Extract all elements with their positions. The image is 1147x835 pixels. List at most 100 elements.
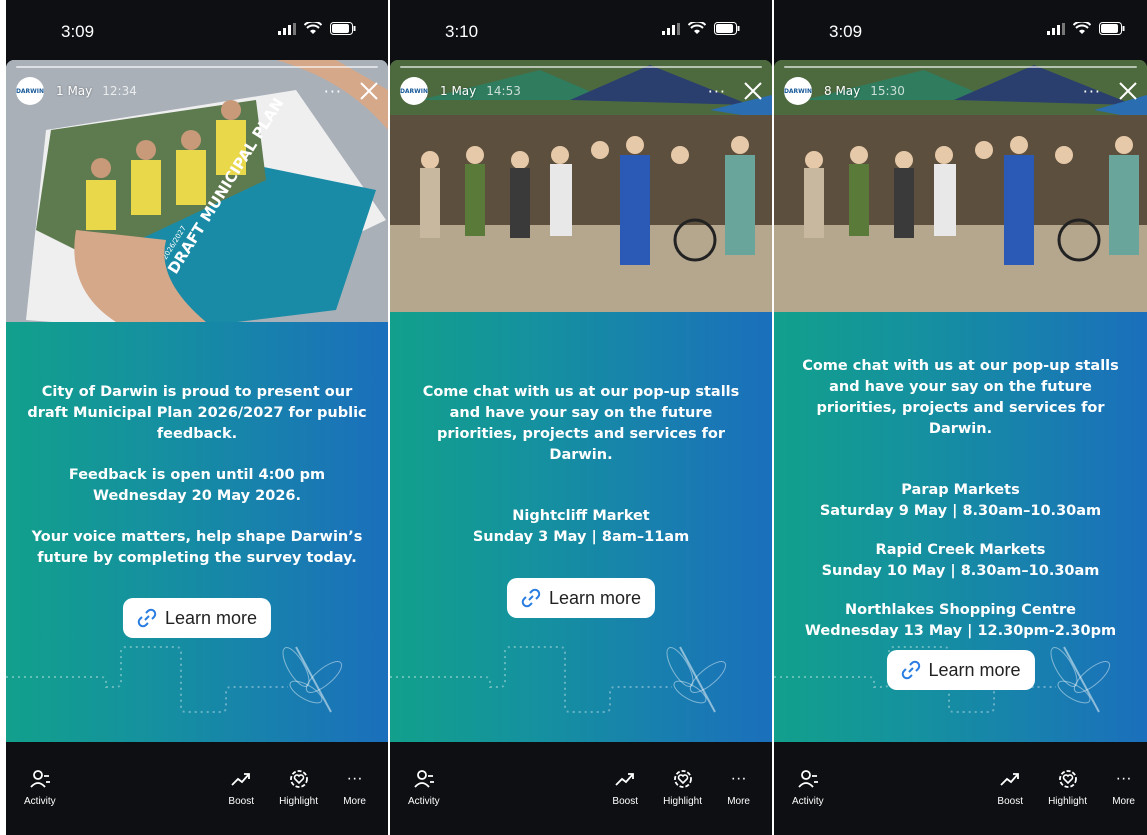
activity-label: Activity bbox=[24, 796, 56, 807]
story-header: DARWIN 1 May 12:34 ··· bbox=[16, 76, 378, 106]
boost-icon bbox=[1000, 773, 1020, 786]
story-time: 12:34 bbox=[102, 84, 137, 98]
boost-label: Boost bbox=[997, 796, 1023, 807]
battery-icon bbox=[1099, 22, 1125, 35]
status-bar: 3:10 bbox=[390, 0, 772, 60]
story-time: 14:53 bbox=[486, 84, 521, 98]
activity-button[interactable]: Activity bbox=[792, 768, 824, 807]
dragonfly-icon bbox=[390, 646, 727, 713]
story-text-panel: Come chat with us at our pop-up stalls a… bbox=[774, 312, 1147, 742]
story-paragraph: Your voice matters, help shape Darwin’s … bbox=[31, 529, 363, 566]
wifi-icon bbox=[688, 22, 706, 34]
story-card[interactable]: Come chat with us at our pop-up stalls a… bbox=[390, 60, 772, 742]
event-when: Sunday 10 May | 8.30am–10.30am bbox=[821, 563, 1100, 579]
activity-icon bbox=[30, 770, 50, 788]
more-dots-icon[interactable]: ··· bbox=[324, 82, 342, 101]
highlight-icon bbox=[289, 770, 308, 788]
story-paragraph: Feedback is open until 4:00 pm Wednesday… bbox=[68, 467, 326, 504]
story-paragraph: Come chat with us at our pop-up stalls a… bbox=[422, 384, 740, 463]
event-item: Nightcliff Market Sunday 3 May | 8am–11a… bbox=[408, 506, 754, 548]
story-progress-bar bbox=[400, 66, 762, 68]
more-button[interactable]: ··· More bbox=[727, 768, 750, 807]
status-time: 3:09 bbox=[61, 22, 95, 41]
more-dots-icon: ··· bbox=[1115, 770, 1132, 787]
highlight-label: Highlight bbox=[279, 796, 318, 807]
learn-more-button[interactable]: Learn more bbox=[506, 578, 656, 618]
story-header: DARWIN 8 May 15:30 ··· bbox=[784, 76, 1137, 106]
activity-button[interactable]: Activity bbox=[408, 768, 440, 807]
story-header: DARWIN 1 May 14:53 ··· bbox=[400, 76, 762, 106]
status-time: 3:10 bbox=[445, 22, 479, 41]
boost-icon bbox=[615, 773, 635, 786]
story-paragraph: Come chat with us at our pop-up stalls a… bbox=[802, 358, 1119, 437]
activity-icon bbox=[798, 770, 818, 788]
story-time: 15:30 bbox=[870, 84, 905, 98]
close-icon[interactable] bbox=[744, 82, 762, 100]
signal-icon bbox=[1047, 22, 1065, 35]
link-icon bbox=[521, 588, 541, 608]
boost-button[interactable]: Boost bbox=[612, 768, 638, 807]
signal-icon bbox=[278, 22, 296, 35]
bottom-bar: Activity Boost Highlight ··· More bbox=[390, 742, 772, 835]
close-icon[interactable] bbox=[360, 82, 378, 100]
more-label: More bbox=[1112, 796, 1135, 807]
story-card[interactable]: DRAFT MUNICIPAL PLAN 2026/2027 City of D… bbox=[6, 60, 388, 742]
event-name: Rapid Creek Markets bbox=[875, 542, 1046, 558]
status-bar: 3:09 bbox=[774, 0, 1147, 60]
activity-label: Activity bbox=[792, 796, 824, 807]
boost-label: Boost bbox=[612, 796, 638, 807]
boost-icon bbox=[231, 773, 251, 786]
instagram-story-screens: 3:09 DRAFT MUNICIPAL PLAN 2026/2027 City… bbox=[0, 0, 1147, 835]
story-date: 1 May bbox=[440, 84, 477, 98]
activity-button[interactable]: Activity bbox=[24, 768, 56, 807]
battery-icon bbox=[714, 22, 740, 35]
boost-button[interactable]: Boost bbox=[228, 768, 254, 807]
close-icon[interactable] bbox=[1119, 82, 1137, 100]
highlight-label: Highlight bbox=[663, 796, 702, 807]
signal-icon bbox=[662, 22, 680, 35]
highlight-icon bbox=[1058, 770, 1077, 788]
event-item: Parap Markets Saturday 9 May | 8.30am–10… bbox=[788, 480, 1133, 522]
more-dots-icon: ··· bbox=[730, 770, 747, 787]
dragonfly-icon bbox=[6, 646, 343, 713]
more-label: More bbox=[727, 796, 750, 807]
activity-label: Activity bbox=[408, 796, 440, 807]
more-dots-icon[interactable]: ··· bbox=[708, 82, 726, 101]
highlight-button[interactable]: Highlight bbox=[279, 768, 318, 807]
story-progress-bar bbox=[784, 66, 1137, 68]
wifi-icon bbox=[304, 22, 322, 34]
more-dots-icon[interactable]: ··· bbox=[1083, 82, 1101, 101]
boost-button[interactable]: Boost bbox=[997, 768, 1023, 807]
story-paragraph: City of Darwin is proud to present our d… bbox=[27, 384, 367, 442]
learn-more-label: Learn more bbox=[548, 587, 642, 608]
event-item: Rapid Creek Markets Sunday 10 May | 8.30… bbox=[788, 540, 1133, 582]
highlight-button[interactable]: Highlight bbox=[1048, 768, 1087, 807]
more-button[interactable]: ··· More bbox=[1112, 768, 1135, 807]
more-dots-icon: ··· bbox=[346, 770, 363, 787]
avatar[interactable]: DARWIN bbox=[16, 77, 44, 105]
bottom-bar: Activity Boost Highlight ··· More bbox=[6, 742, 388, 835]
highlight-button[interactable]: Highlight bbox=[663, 768, 702, 807]
more-label: More bbox=[343, 796, 366, 807]
activity-icon bbox=[414, 770, 434, 788]
event-when: Sunday 3 May | 8am–11am bbox=[472, 529, 690, 545]
event-name: Northlakes Shopping Centre bbox=[845, 602, 1076, 618]
story-text-panel: City of Darwin is proud to present our d… bbox=[6, 322, 388, 742]
highlight-label: Highlight bbox=[1048, 796, 1087, 807]
story-screen-1: 3:09 DRAFT MUNICIPAL PLAN 2026/2027 City… bbox=[6, 0, 388, 835]
battery-icon bbox=[330, 22, 356, 35]
dragonfly-icon bbox=[774, 646, 1111, 713]
event-when: Saturday 9 May | 8.30am–10.30am bbox=[819, 503, 1102, 519]
event-name: Nightcliff Market bbox=[512, 508, 650, 524]
avatar[interactable]: DARWIN bbox=[784, 77, 812, 105]
event-name: Parap Markets bbox=[901, 482, 1020, 498]
story-text-panel: Come chat with us at our pop-up stalls a… bbox=[390, 312, 772, 742]
story-screen-3: 3:09 Come chat with us at our pop-up sta… bbox=[774, 0, 1147, 835]
avatar[interactable]: DARWIN bbox=[400, 77, 428, 105]
status-time: 3:09 bbox=[829, 22, 863, 41]
boost-label: Boost bbox=[228, 796, 254, 807]
wifi-icon bbox=[1073, 22, 1091, 34]
story-card[interactable]: Come chat with us at our pop-up stalls a… bbox=[774, 60, 1147, 742]
more-button[interactable]: ··· More bbox=[343, 768, 366, 807]
story-date: 1 May bbox=[56, 84, 93, 98]
